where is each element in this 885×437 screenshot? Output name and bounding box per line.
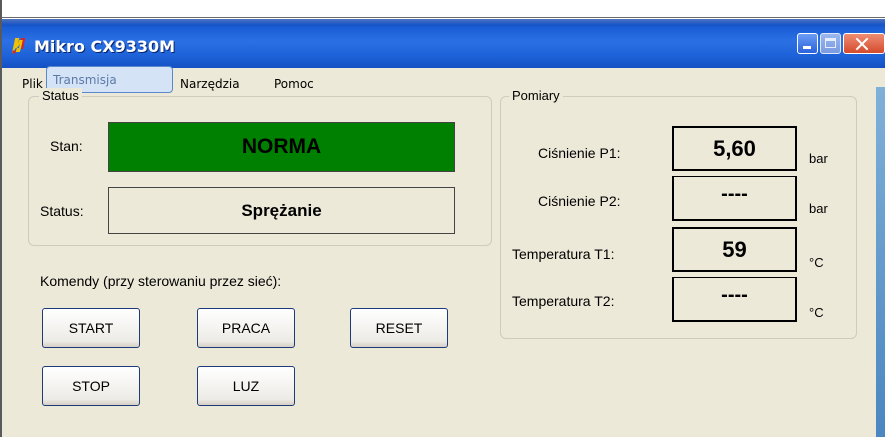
stan-value-display: NORMA <box>108 122 455 172</box>
background-window-edge <box>876 87 885 437</box>
status-group-legend: Status <box>39 88 82 103</box>
t2-label: Temperatura T2: <box>512 293 615 309</box>
maximize-icon <box>820 33 841 54</box>
window-title: Mikro CX9330M <box>34 37 176 56</box>
p1-unit: bar <box>809 151 828 166</box>
t1-unit: °C <box>809 255 824 270</box>
title-bar[interactable]: Mikro CX9330M <box>2 19 885 68</box>
praca-button[interactable]: PRACA <box>197 308 295 348</box>
status-value-display: Sprężanie <box>108 187 455 234</box>
t1-value: 59 <box>672 227 797 272</box>
commands-label: Komendy (przy sterowaniu przez sieć): <box>40 273 282 289</box>
luz-button[interactable]: LUZ <box>197 366 295 406</box>
p2-unit: bar <box>809 201 828 216</box>
outer-frame-top <box>0 0 885 18</box>
p1-label: Ciśnienie P1: <box>538 145 621 161</box>
status-label: Status: <box>40 203 84 219</box>
t2-unit: °C <box>809 305 824 320</box>
t2-value: ---- <box>672 277 797 322</box>
stop-button[interactable]: STOP <box>42 366 140 406</box>
p2-value: ---- <box>672 176 797 221</box>
app-logo-icon <box>12 38 26 54</box>
stan-label: Stan: <box>50 138 83 154</box>
p2-label: Ciśnienie P2: <box>538 193 621 209</box>
app-window: Mikro CX9330M Plik Transmisja Narzędzia … <box>2 19 885 437</box>
menu-narzedzia[interactable]: Narzędzia <box>174 71 246 98</box>
minimize-icon[interactable] <box>797 33 818 54</box>
p1-value: 5,60 <box>672 126 797 171</box>
close-icon[interactable] <box>843 33 885 54</box>
t1-label: Temperatura T1: <box>512 246 615 262</box>
menu-pomoc[interactable]: Pomoc <box>268 71 320 98</box>
reset-button[interactable]: RESET <box>350 308 448 348</box>
start-button[interactable]: START <box>42 308 140 348</box>
pomiary-group-legend: Pomiary <box>509 88 563 103</box>
